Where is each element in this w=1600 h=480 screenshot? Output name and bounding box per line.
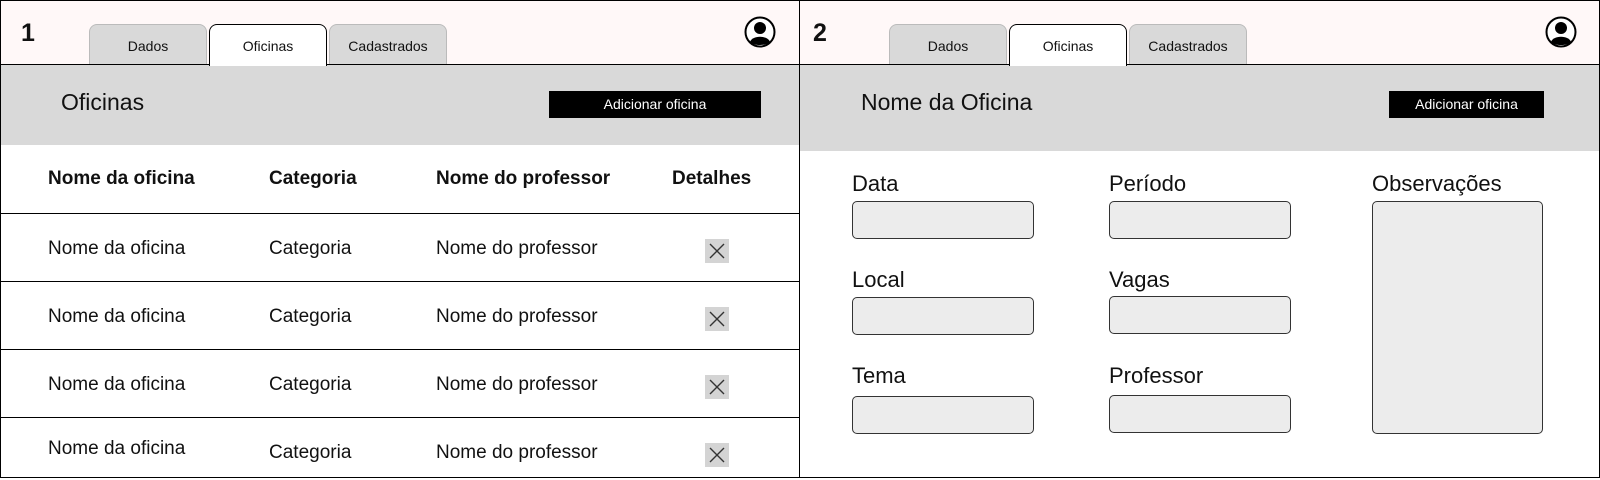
label-data: Data [852, 171, 899, 196]
professor-field[interactable] [1109, 395, 1291, 433]
observacoes-field[interactable] [1372, 201, 1543, 434]
label-professor: Professor [1109, 363, 1204, 388]
table-row: Nome da oficina Categoria Nome do profes… [1, 282, 799, 350]
tab-dados[interactable]: Dados [89, 24, 207, 64]
label-vagas: Vagas [1109, 267, 1170, 292]
close-icon[interactable] [705, 375, 729, 399]
periodo-field[interactable] [1109, 201, 1291, 239]
column-header-categoria: Categoria [269, 168, 357, 189]
cell-nome-oficina: Nome da oficina [48, 374, 186, 395]
vagas-field[interactable] [1109, 296, 1291, 334]
close-icon[interactable] [705, 239, 729, 263]
close-icon[interactable] [705, 443, 729, 467]
page-header: Oficinas Adicionar oficina [1, 65, 799, 145]
tema-field[interactable] [852, 396, 1034, 434]
tab-cadastrados[interactable]: Cadastrados [329, 24, 447, 64]
column-header-nome-oficina: Nome da oficina [48, 168, 195, 189]
column-header-detalhes: Detalhes [672, 168, 752, 189]
table-header: Nome da oficina Categoria Nome do profes… [1, 146, 799, 214]
frame-number: 1 [21, 19, 35, 47]
top-bar: 1 Dados Oficinas Cadastrados [1, 1, 799, 66]
column-header-nome-professor: Nome do professor [436, 168, 611, 189]
user-avatar-icon[interactable] [744, 16, 776, 48]
label-periodo: Período [1109, 171, 1187, 196]
cell-nome-oficina: Nome da oficina [48, 438, 186, 459]
close-icon[interactable] [705, 307, 729, 331]
frame-oficina-details: 2 Dados Oficinas Cadastrados Nome da Ofi… [799, 0, 1600, 478]
user-avatar-icon[interactable] [1545, 16, 1577, 48]
cell-categoria: Categoria [269, 238, 352, 259]
cell-nome-oficina: Nome da oficina [48, 238, 186, 259]
add-oficina-button[interactable]: Adicionar oficina [549, 91, 761, 118]
data-field[interactable] [852, 201, 1034, 239]
add-oficina-button[interactable]: Adicionar oficina [1389, 91, 1544, 118]
local-field[interactable] [852, 297, 1034, 335]
label-tema: Tema [852, 363, 906, 388]
label-observacoes: Observações [1372, 171, 1502, 196]
table-row: Nome da oficina Categoria Nome do profes… [1, 350, 799, 418]
tab-oficinas[interactable]: Oficinas [209, 24, 327, 66]
cell-nome-professor: Nome do professor [436, 442, 598, 463]
table-row: Nome da oficina Categoria Nome do profes… [1, 214, 799, 282]
page-header: Nome da Oficina Adicionar oficina [800, 65, 1599, 151]
cell-categoria: Categoria [269, 306, 352, 327]
frame-oficinas-list: 1 Dados Oficinas Cadastrados Oficinas Ad… [0, 0, 800, 478]
label-local: Local [852, 267, 905, 292]
tab-oficinas[interactable]: Oficinas [1009, 24, 1127, 66]
cell-nome-professor: Nome do professor [436, 374, 598, 395]
tab-cadastrados[interactable]: Cadastrados [1129, 24, 1247, 64]
tab-dados[interactable]: Dados [889, 24, 1007, 64]
table-row: Nome da oficina Categoria Nome do profes… [1, 418, 799, 477]
page-title: Nome da Oficina [861, 89, 1033, 115]
cell-categoria: Categoria [269, 374, 352, 395]
frame-number: 2 [813, 19, 827, 47]
top-bar: 2 Dados Oficinas Cadastrados [800, 1, 1599, 66]
cell-categoria: Categoria [269, 442, 352, 463]
cell-nome-oficina: Nome da oficina [48, 306, 186, 327]
page-title: Oficinas [61, 89, 145, 115]
cell-nome-professor: Nome do professor [436, 238, 598, 259]
cell-nome-professor: Nome do professor [436, 306, 598, 327]
